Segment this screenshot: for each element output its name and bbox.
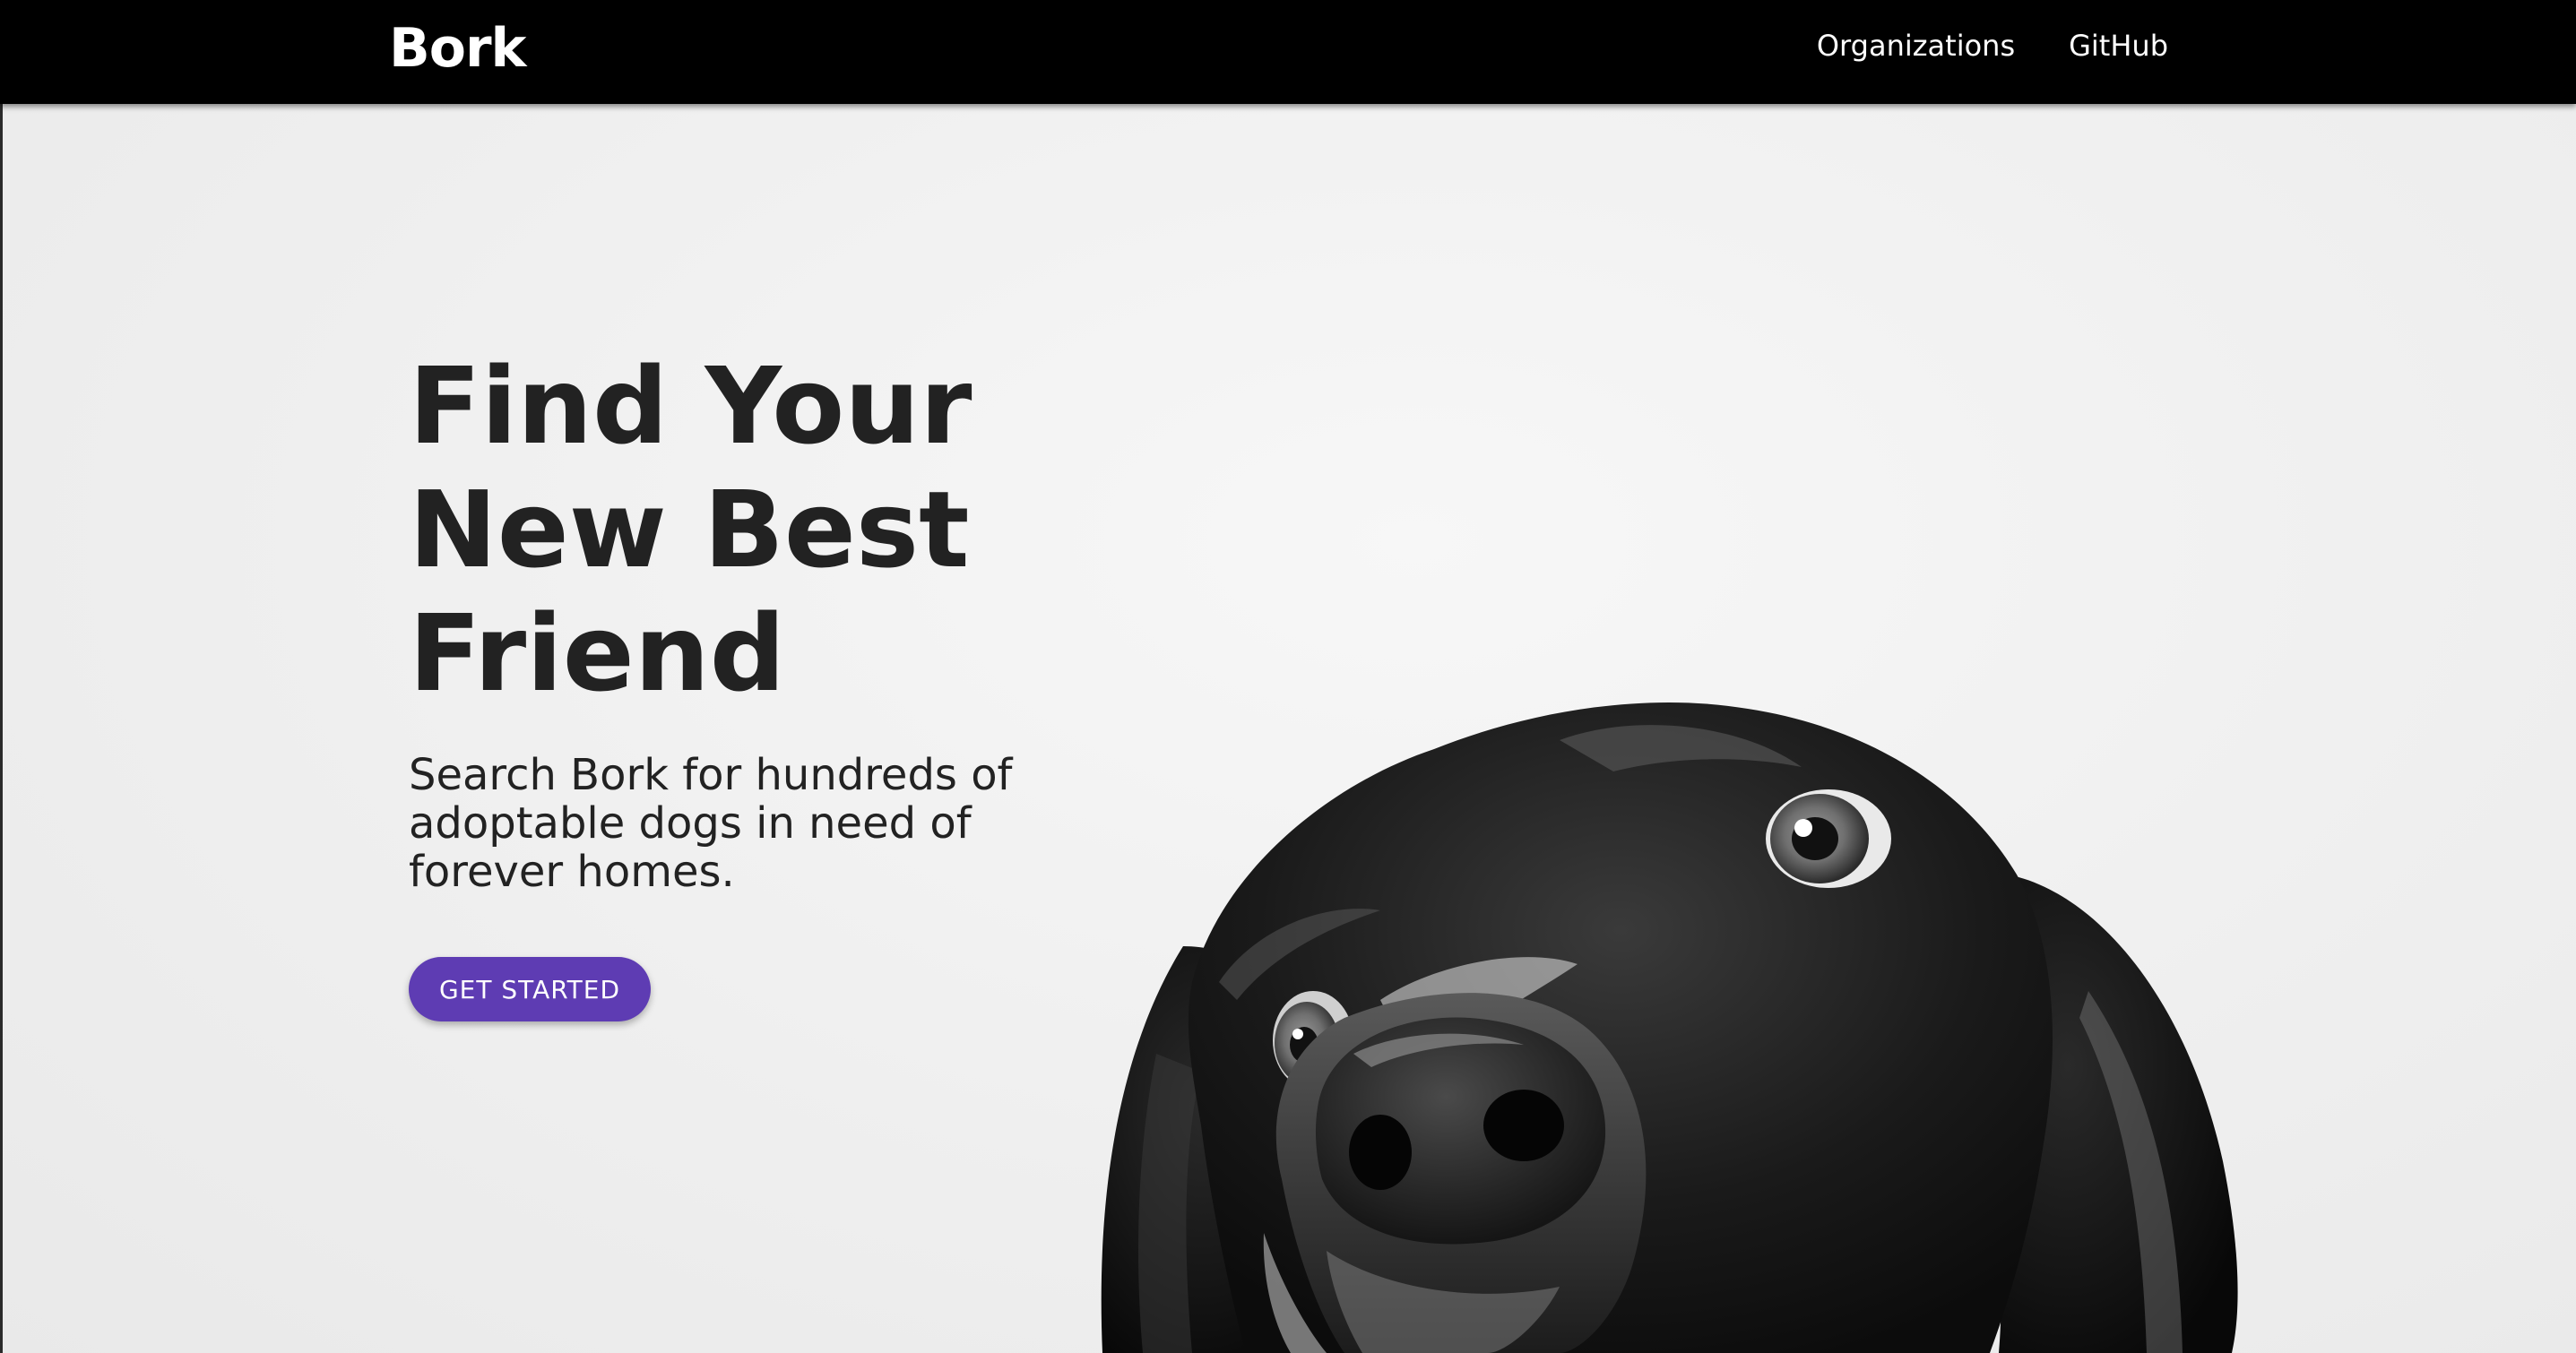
get-started-button[interactable]: GET STARTED	[409, 957, 651, 1021]
hero-title-line-2: New Best	[409, 468, 970, 591]
hero-title-line-1: Find Your	[409, 344, 972, 468]
hero-title-line-3: Friend	[409, 591, 786, 715]
page: Bork Organizations GitHub Find Your New …	[0, 0, 2576, 1353]
hero-title: Find Your New Best Friend	[409, 344, 1036, 715]
nav-link-organizations[interactable]: Organizations	[1817, 25, 2015, 66]
dog-photo	[1101, 702, 2238, 1353]
navbar: Bork Organizations GitHub	[0, 0, 2576, 104]
brand-logo-link[interactable]: Bork	[389, 13, 526, 84]
nav-link-github[interactable]: GitHub	[2069, 25, 2168, 66]
hero-section: Find Your New Best Friend Search Bork fo…	[0, 104, 2576, 1353]
hero-subtitle: Search Bork for hundreds of adoptable do…	[409, 750, 1013, 897]
nav-links: Organizations GitHub	[1817, 25, 2168, 66]
left-edge-divider	[0, 104, 3, 1353]
